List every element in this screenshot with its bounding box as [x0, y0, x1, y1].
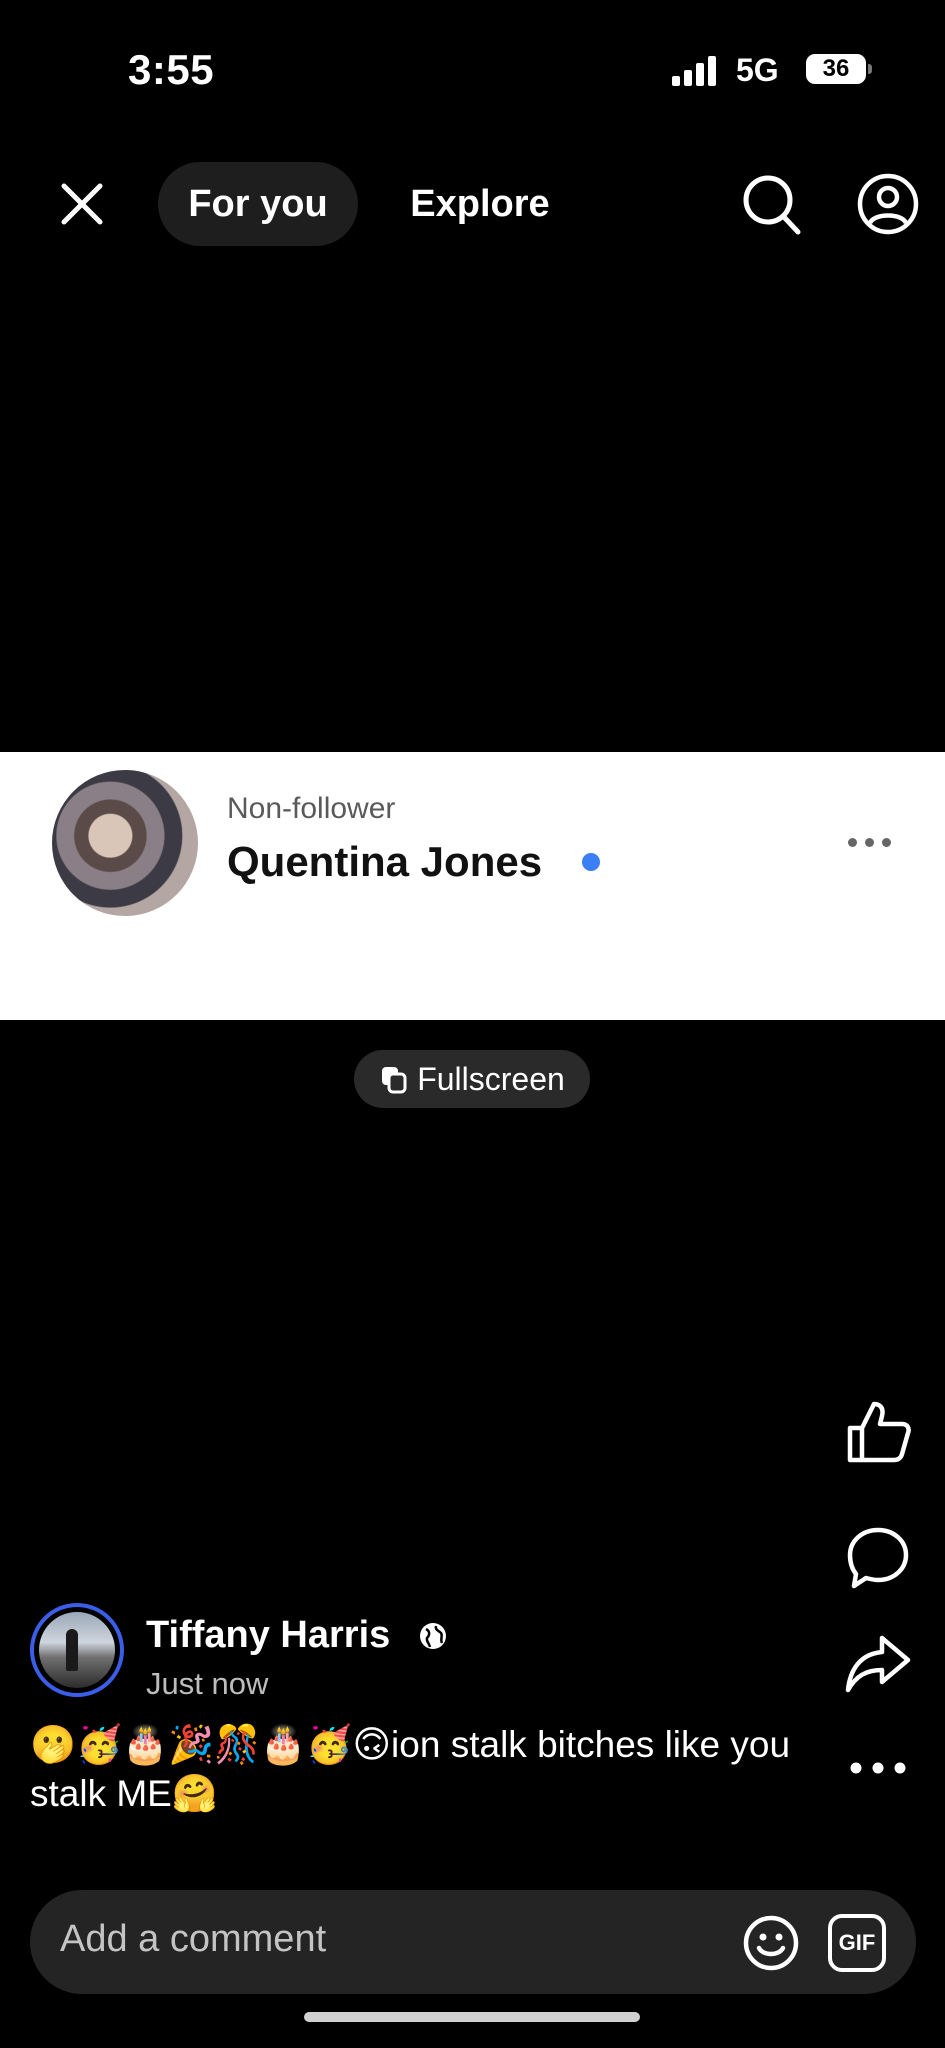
- tab-explore[interactable]: Explore: [390, 162, 570, 246]
- home-indicator: [304, 2012, 640, 2022]
- share-button[interactable]: [842, 1628, 914, 1700]
- fullscreen-button[interactable]: Fullscreen: [354, 1050, 590, 1108]
- status-time: 3:55: [128, 46, 215, 93]
- search-button[interactable]: [740, 170, 804, 240]
- more-icon: [850, 1762, 906, 1774]
- close-button[interactable]: [50, 172, 114, 236]
- post-timestamp: Just now: [146, 1666, 269, 1701]
- share-icon: [845, 1635, 911, 1693]
- author-photo: [39, 1612, 115, 1688]
- network-type: 5G: [736, 52, 779, 88]
- like-icon: [847, 1401, 911, 1463]
- battery-indicator: 36: [806, 54, 866, 84]
- tab-for-you[interactable]: For you: [158, 162, 358, 246]
- comment-icon: [847, 1527, 909, 1589]
- gif-button[interactable]: GIF: [828, 1914, 886, 1972]
- profile-button[interactable]: [856, 172, 920, 236]
- signal-icon: [672, 54, 720, 86]
- card-subtitle: Non-follower: [227, 792, 396, 825]
- unread-dot: [582, 853, 600, 871]
- emoji-button[interactable]: [742, 1914, 800, 1972]
- globe-icon: [418, 1621, 448, 1651]
- profile-icon: [857, 173, 919, 235]
- like-button[interactable]: [842, 1396, 914, 1468]
- fullscreen-label: Fullscreen: [417, 1060, 565, 1097]
- comment-button[interactable]: [842, 1522, 914, 1594]
- search-icon: [743, 175, 801, 235]
- emoji-icon: [743, 1915, 799, 1971]
- post-caption: 🫢🥳🎂🎉🎊🎂🥳🙃ion stalk bitches like you stalk…: [30, 1724, 791, 1814]
- author-avatar[interactable]: [30, 1603, 124, 1697]
- more-button[interactable]: [842, 1732, 914, 1804]
- gif-icon: GIF: [838, 1930, 876, 1955]
- close-icon: [61, 183, 103, 225]
- fullscreen-icon: [382, 1067, 407, 1094]
- battery-tip: [868, 64, 872, 74]
- comment-placeholder[interactable]: Add a comment: [60, 1918, 326, 1961]
- card-avatar[interactable]: [52, 770, 198, 916]
- card-more-button[interactable]: [848, 834, 896, 848]
- card-name[interactable]: Quentina Jones: [227, 838, 542, 886]
- author-name[interactable]: Tiffany Harris: [146, 1614, 390, 1657]
